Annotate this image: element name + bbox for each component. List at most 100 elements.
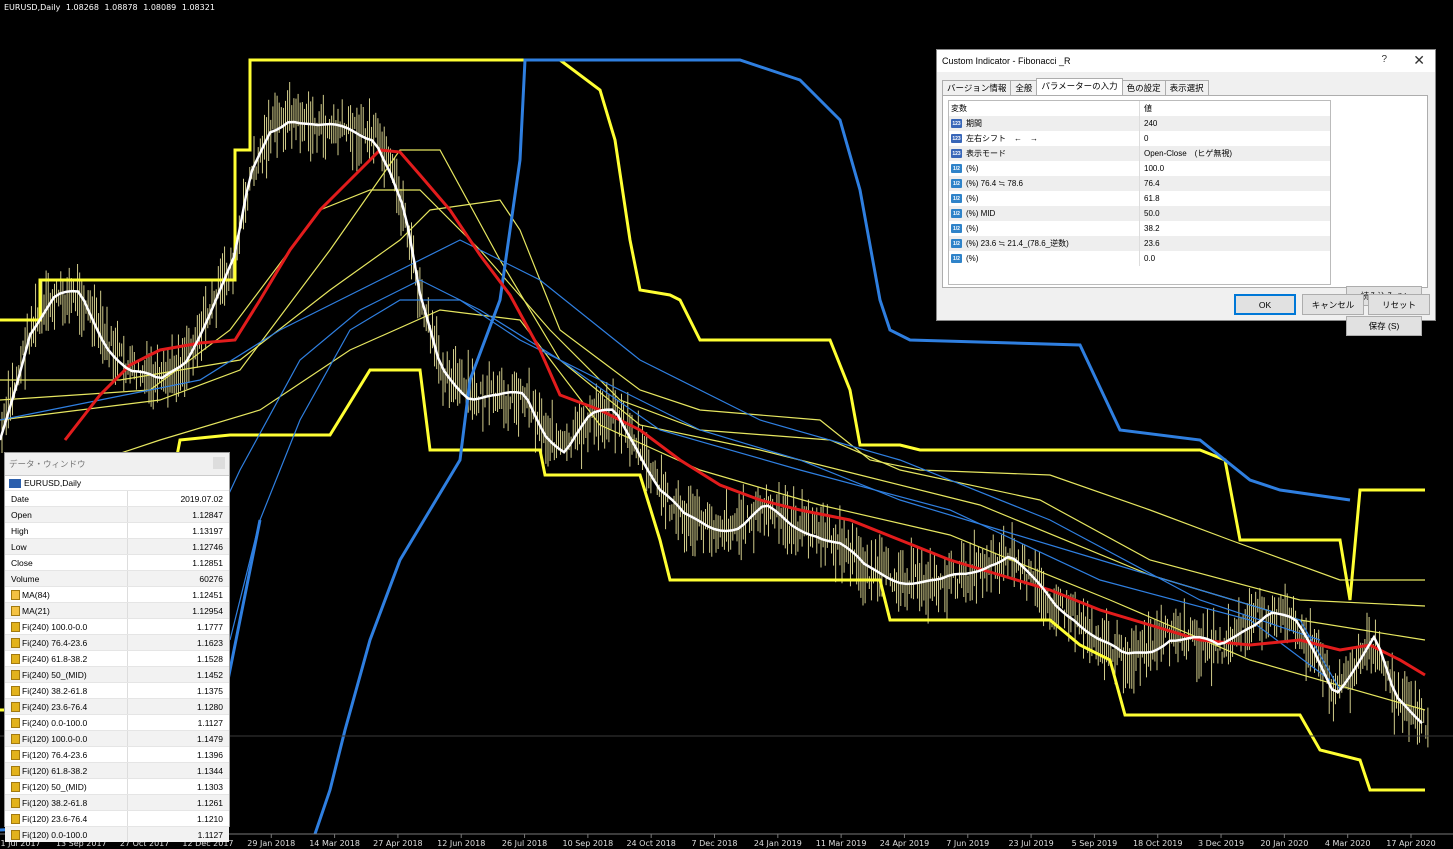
data-window-row: Fi(240) 76.4-23.6 1.1623 — [5, 634, 229, 650]
data-window-row-value: 1.12954 — [192, 605, 223, 616]
x-axis-label: 12 Jun 2018 — [437, 839, 485, 848]
param-name: 123 期間 — [949, 116, 1140, 131]
param-name-text: 左右シフト ← → — [966, 134, 1038, 143]
tab-visualization[interactable]: 表示選択 — [1164, 80, 1209, 96]
data-window-title: データ・ウィンドウ — [9, 459, 86, 469]
data-window-close-icon[interactable] — [213, 457, 225, 469]
cancel-button[interactable]: キャンセル — [1302, 294, 1364, 315]
chart-symbol-header: EURUSD,Daily 1.08268 1.08878 1.08089 1.0… — [4, 3, 218, 12]
data-window-row-name: Fi(120) 38.2-61.8 — [5, 795, 128, 810]
param-row[interactable]: 1/2 (%) 38.2 — [949, 221, 1330, 236]
data-window-titlebar[interactable]: データ・ウィンドウ — [5, 453, 229, 476]
data-window-row-label: Fi(240) 76.4-23.6 — [22, 637, 88, 648]
param-row[interactable]: 1/2 (%) 76.4 ≒ 78.6 76.4 — [949, 176, 1330, 191]
param-name-text: (%) 23.6 ≒ 21.4_(78.6_逆数) — [966, 239, 1069, 248]
param-name: 123 表示モード — [949, 146, 1140, 161]
param-value[interactable]: 38.2 — [1140, 224, 1160, 233]
data-window-row-label: Fi(240) 23.6-76.4 — [22, 701, 88, 712]
data-window-row: Open 1.12847 — [5, 506, 229, 522]
data-window-row-value: 1.1623 — [197, 637, 223, 648]
x-axis-label: 3 Dec 2019 — [1198, 839, 1244, 848]
save-button[interactable]: 保存 (S) — [1346, 316, 1422, 336]
reset-button[interactable]: リセット — [1368, 294, 1430, 315]
data-window-row: Fi(240) 50_(MID) 1.1452 — [5, 666, 229, 682]
fibonacci-indicator-icon — [11, 781, 20, 792]
data-window-row-name: High — [5, 523, 128, 538]
param-row[interactable]: 1/2 (%) 100.0 — [949, 161, 1330, 176]
col-value-header: 値 — [1144, 104, 1152, 113]
param-value[interactable]: 240 — [1140, 119, 1157, 128]
param-row[interactable]: 1/2 (%) 61.8 — [949, 191, 1330, 206]
param-name-text: (%) 76.4 ≒ 78.6 — [966, 179, 1023, 188]
param-row[interactable]: 1/2 (%) 23.6 ≒ 21.4_(78.6_逆数) 23.6 — [949, 236, 1330, 251]
ok-button[interactable]: OK — [1234, 294, 1296, 315]
fibonacci-indicator-icon — [11, 733, 20, 744]
param-name: 123 左右シフト ← → — [949, 131, 1140, 146]
x-axis-label: 7 Jun 2019 — [946, 839, 989, 848]
x-axis-label: 24 Apr 2019 — [880, 839, 929, 848]
data-window-row-label: MA(21) — [22, 605, 50, 616]
param-row[interactable]: 123 期間 240 — [949, 116, 1330, 131]
close-icon[interactable]: ✕ — [1413, 52, 1425, 69]
param-value[interactable]: 23.6 — [1140, 239, 1160, 248]
data-window-row-label: Fi(120) 0.0-100.0 — [22, 829, 88, 840]
data-window-row-label: Fi(120) 76.4-23.6 — [22, 749, 88, 760]
dialog-titlebar[interactable]: Custom Indicator - Fibonacci _R ? ✕ — [937, 50, 1435, 72]
data-window-row-value: 2019.07.02 — [180, 493, 223, 504]
double-type-icon: 1/2 — [951, 164, 962, 173]
data-window-row-label: Fi(120) 23.6-76.4 — [22, 813, 88, 824]
custom-indicator-dialog: Custom Indicator - Fibonacci _R ? ✕ バージョ… — [936, 49, 1436, 336]
param-row[interactable]: 1/2 (%) 0.0 — [949, 251, 1330, 266]
data-window-row-name: MA(84) — [5, 587, 128, 602]
data-window-row-value: 1.1280 — [197, 701, 223, 712]
data-window-row-value: 1.1303 — [197, 781, 223, 792]
tab-inputs[interactable]: パラメーターの入力 — [1036, 78, 1123, 96]
param-value[interactable]: 0.0 — [1140, 254, 1155, 263]
tab-general[interactable]: 全般 — [1010, 80, 1038, 96]
data-window-row-value: 1.1479 — [197, 733, 223, 744]
moving-average-icon — [11, 605, 20, 616]
x-axis-label: 29 Jan 2018 — [247, 839, 295, 848]
param-value[interactable]: 50.0 — [1140, 209, 1160, 218]
param-row[interactable]: 123 左右シフト ← → 0 — [949, 131, 1330, 146]
x-axis-label: 18 Oct 2019 — [1133, 839, 1182, 848]
data-window-row: High 1.13197 — [5, 522, 229, 538]
x-axis-label: 17 Apr 2020 — [1386, 839, 1435, 848]
double-type-icon: 1/2 — [951, 194, 962, 203]
param-value[interactable]: 76.4 — [1140, 179, 1160, 188]
data-window-row: Fi(120) 0.0-100.0 1.1127 — [5, 826, 229, 842]
data-window-row-value: 1.1210 — [197, 813, 223, 824]
param-row[interactable]: 1/2 (%) MID 50.0 — [949, 206, 1330, 221]
param-row[interactable]: 123 表示モード Open-Close (ヒゲ無視) — [949, 146, 1330, 161]
fibonacci-indicator-icon — [11, 829, 20, 840]
x-axis-label: 7 Dec 2018 — [691, 839, 737, 848]
data-window-row: Date 2019.07.02 — [5, 490, 229, 506]
param-value[interactable]: 61.8 — [1140, 194, 1160, 203]
data-window-row-label: Fi(120) 100.0-0.0 — [22, 733, 88, 744]
tab-version-info[interactable]: バージョン情報 — [942, 80, 1012, 96]
data-window-row: Fi(120) 23.6-76.4 1.1210 — [5, 810, 229, 826]
x-axis-label: 11 Mar 2019 — [816, 839, 867, 848]
symbol-name: EURUSD,Daily — [4, 3, 61, 12]
param-value[interactable]: 100.0 — [1140, 164, 1164, 173]
fibonacci-indicator-icon — [11, 797, 20, 808]
data-window: データ・ウィンドウ EURUSD,Daily Date 2019.07.02 Ope… — [4, 452, 230, 842]
fibonacci-indicator-icon — [11, 749, 20, 760]
data-window-row: MA(84) 1.12451 — [5, 586, 229, 602]
chart-icon — [9, 478, 21, 488]
fibonacci-indicator-icon — [11, 717, 20, 728]
param-name-text: 期間 — [966, 119, 982, 128]
data-window-row-name: Fi(120) 50_(MID) — [5, 779, 128, 794]
param-value[interactable]: 0 — [1140, 134, 1148, 143]
fibonacci-indicator-icon — [11, 637, 20, 648]
help-icon[interactable]: ? — [1381, 54, 1387, 65]
ohlc-open: 1.08268 — [65, 3, 99, 12]
double-type-icon: 1/2 — [951, 209, 962, 218]
data-window-row: Fi(240) 61.8-38.2 1.1528 — [5, 650, 229, 666]
data-window-row-label: Fi(240) 0.0-100.0 — [22, 717, 88, 728]
x-axis-label: 26 Jul 2018 — [502, 839, 547, 848]
param-value[interactable]: Open-Close (ヒゲ無視) — [1140, 148, 1232, 159]
col-variable-header: 変数 — [949, 101, 1140, 116]
param-header-row: 変数 値 — [949, 101, 1330, 116]
tab-colors[interactable]: 色の設定 — [1121, 80, 1166, 96]
